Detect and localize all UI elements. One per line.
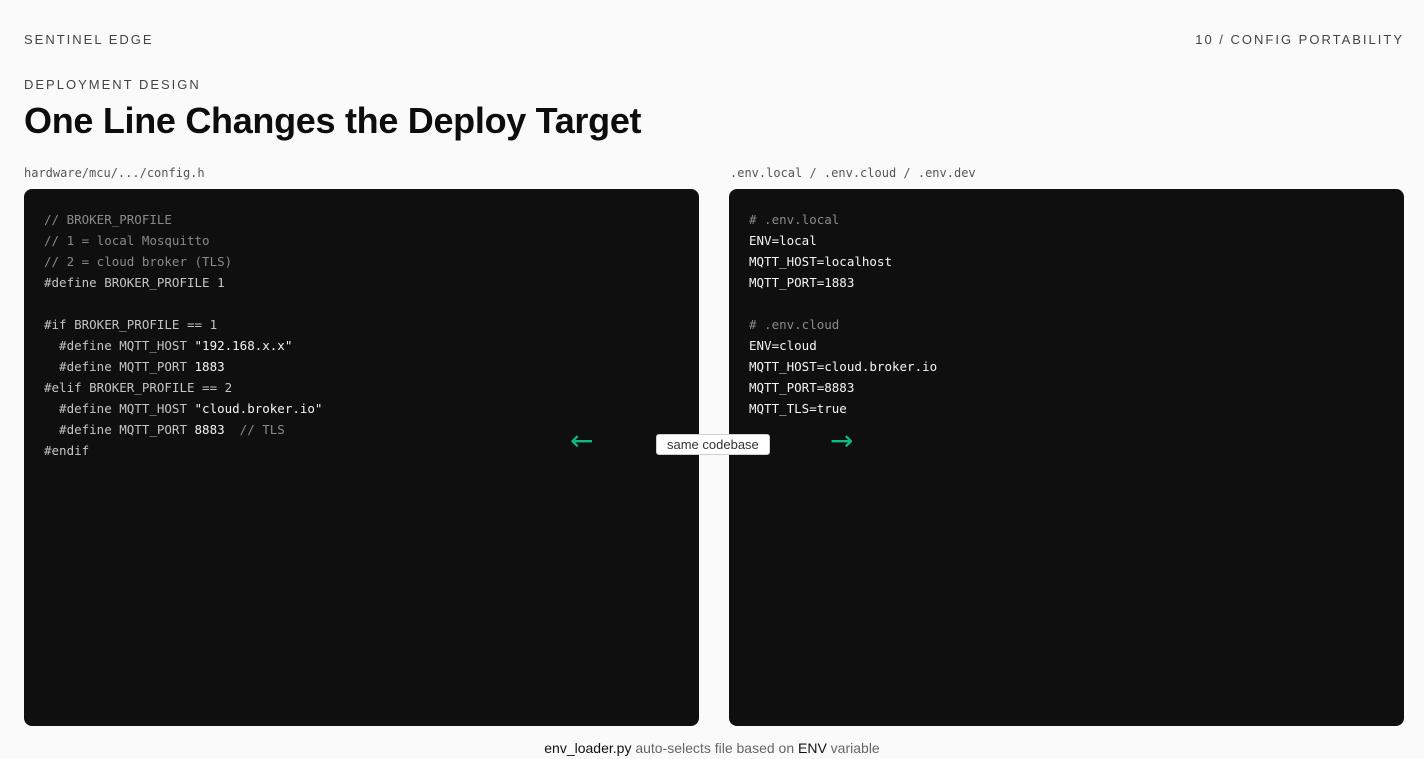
code-line: MQTT_PORT=8883: [749, 377, 1384, 398]
code-token: #elif BROKER_PROFILE == 2: [44, 380, 233, 395]
code-token: "cloud.broker.io": [194, 401, 323, 416]
code-token: 1883: [194, 359, 225, 374]
code-line: // BROKER_PROFILE: [44, 209, 679, 230]
code-line: # .env.local: [749, 209, 1384, 230]
page-title: One Line Changes the Deploy Target: [24, 100, 642, 141]
code-token: #define BROKER_PROFILE 1: [44, 275, 225, 290]
code-token: // BROKER_PROFILE: [44, 212, 172, 227]
config-h-code-panel: // BROKER_PROFILE // 1 = local Mosquitto /…: [24, 189, 699, 726]
env-files-code-panel: # .env.local ENV=local MQTT_HOST=localhost…: [729, 189, 1404, 726]
right-pane-label: .env.local / .env.cloud / .env.dev: [730, 166, 976, 180]
footer-mid: auto-selects file based on: [631, 740, 798, 756]
code-token: #if BROKER_PROFILE == 1: [44, 317, 218, 332]
code-line: // 2 = cloud broker (TLS): [44, 251, 679, 272]
same-codebase-badge: same codebase: [656, 434, 770, 455]
code-token: #define MQTT_HOST: [44, 401, 195, 416]
code-token: ENV=local: [749, 233, 817, 248]
code-token: ENV=cloud: [749, 338, 817, 353]
code-token: MQTT_HOST=cloud.broker.io: [749, 359, 938, 374]
code-token: // 1 = local Mosquitto: [44, 233, 210, 248]
footer-caption: env_loader.py auto-selects file based on…: [0, 740, 1424, 756]
code-token: #endif: [44, 443, 90, 458]
code-line: #define MQTT_PORT 1883: [44, 356, 679, 377]
code-token: # .env.local: [749, 212, 840, 227]
code-token: #define MQTT_HOST: [44, 338, 195, 353]
arrow-right-icon: →: [830, 424, 854, 457]
footer-var: ENV: [798, 740, 827, 756]
code-line: MQTT_HOST=cloud.broker.io: [749, 356, 1384, 377]
code-token: #define MQTT_PORT: [44, 359, 195, 374]
footer-end: variable: [826, 740, 880, 756]
code-line: #define BROKER_PROFILE 1: [44, 272, 679, 293]
brand-label: SENTINEL EDGE: [24, 32, 154, 47]
code-token: MQTT_HOST=localhost: [749, 254, 892, 269]
code-token: 8883: [194, 422, 225, 437]
slide-index: 10 / CONFIG PORTABILITY: [1195, 32, 1404, 47]
code-token: # .env.cloud: [749, 317, 840, 332]
code-line: ENV=local: [749, 230, 1384, 251]
section-eyebrow: DEPLOYMENT DESIGN: [24, 77, 201, 92]
code-line: # .env.cloud: [749, 314, 1384, 335]
code-line: #if BROKER_PROFILE == 1: [44, 314, 679, 335]
code-line: MQTT_HOST=localhost: [749, 251, 1384, 272]
code-token: "192.168.x.x": [194, 338, 293, 353]
footer-file: env_loader.py: [544, 740, 632, 756]
code-token: MQTT_PORT=8883: [749, 380, 855, 395]
code-line: #elif BROKER_PROFILE == 2: [44, 377, 679, 398]
code-token: // 2 = cloud broker (TLS): [44, 254, 233, 269]
code-token: // TLS: [224, 422, 285, 437]
code-line: #define MQTT_HOST "cloud.broker.io": [44, 398, 679, 419]
code-token: #define MQTT_PORT: [44, 422, 195, 437]
code-line: ENV=cloud: [749, 335, 1384, 356]
code-line: MQTT_PORT=1883: [749, 272, 1384, 293]
left-pane-label: hardware/mcu/.../config.h: [24, 166, 205, 180]
code-line: MQTT_TLS=true: [749, 398, 1384, 419]
code-token: MQTT_PORT=1883: [749, 275, 855, 290]
code-token: MQTT_TLS=true: [749, 401, 847, 416]
env-files-code: # .env.local ENV=local MQTT_HOST=localhost…: [749, 209, 1384, 419]
code-line: // 1 = local Mosquitto: [44, 230, 679, 251]
code-line: #define MQTT_HOST "192.168.x.x": [44, 335, 679, 356]
arrow-left-icon: ←: [570, 424, 594, 457]
